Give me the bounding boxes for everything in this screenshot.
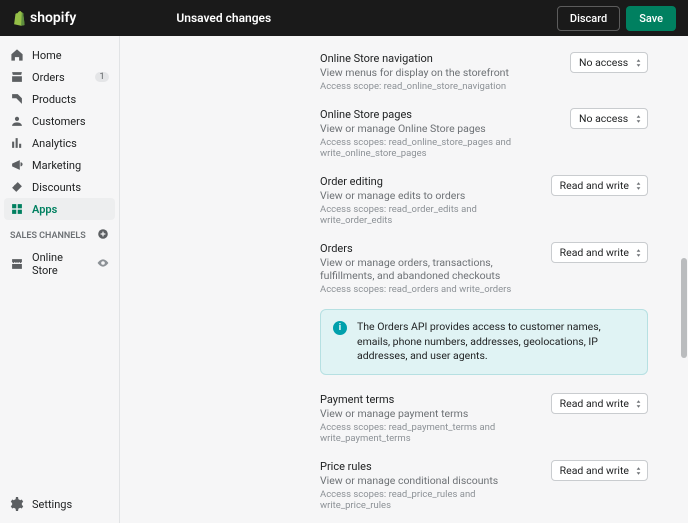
sales-channels-heading: SALES CHANNELS	[0, 220, 119, 247]
permission-title: Online Store pages	[320, 108, 558, 121]
content-area: Online Store navigationView menus for di…	[120, 36, 688, 523]
permission-row: Product listingsView or manage product o…	[320, 519, 648, 523]
analytics-icon	[10, 136, 24, 150]
access-select[interactable]: Read and write	[551, 393, 648, 414]
apps-icon	[10, 202, 24, 216]
customers-icon	[10, 114, 24, 128]
products-icon	[10, 92, 24, 106]
permission-scope: Access scopes: read_payment_terms and wr…	[320, 422, 539, 444]
sidebar-item-customers[interactable]: Customers	[0, 110, 119, 132]
permission-desc: View or manage payment terms	[320, 407, 539, 420]
save-button[interactable]: Save	[626, 6, 676, 31]
permission-scope: Access scopes: read_orders and write_ord…	[320, 284, 539, 295]
permission-desc: View or manage orders, transactions, ful…	[320, 256, 539, 282]
permission-row: Online Store navigationView menus for di…	[320, 44, 648, 100]
discard-button[interactable]: Discard	[557, 6, 620, 31]
brand-text: shopify	[30, 10, 76, 26]
add-channel-icon[interactable]	[97, 228, 109, 243]
permission-row: OrdersView or manage orders, transaction…	[320, 234, 648, 303]
shopify-icon	[12, 10, 26, 26]
sidebar-item-settings[interactable]: Settings	[0, 493, 119, 515]
sidebar: HomeOrders1ProductsCustomersAnalyticsMar…	[0, 36, 120, 523]
scrollbar[interactable]	[680, 36, 688, 523]
permission-row: Payment termsView or manage payment term…	[320, 385, 648, 452]
topbar: shopify Unsaved changes Discard Save	[0, 0, 688, 36]
permission-scope: Access scopes: read_order_edits and writ…	[320, 204, 539, 226]
unsaved-changes-label: Unsaved changes	[176, 11, 557, 25]
main: HomeOrders1ProductsCustomersAnalyticsMar…	[0, 36, 688, 523]
permission-row: Price rulesView or manage conditional di…	[320, 452, 648, 519]
badge: 1	[95, 72, 109, 82]
home-icon	[10, 48, 24, 62]
sidebar-item-home[interactable]: Home	[0, 44, 119, 66]
online-store-icon	[10, 257, 24, 271]
permission-scope: Access scope: read_online_store_navigati…	[320, 81, 558, 92]
sidebar-item-online-store[interactable]: Online Store	[0, 247, 119, 281]
permission-desc: View or manage Online Store pages	[320, 122, 558, 135]
sidebar-item-orders[interactable]: Orders1	[0, 66, 119, 88]
discounts-icon	[10, 180, 24, 194]
view-icon[interactable]	[97, 257, 109, 272]
access-select[interactable]: No access	[570, 52, 648, 73]
permission-scope: Access scopes: read_price_rules and writ…	[320, 489, 539, 511]
marketing-icon	[10, 158, 24, 172]
info-text: The Orders API provides access to custom…	[357, 320, 635, 364]
permission-title: Online Store navigation	[320, 52, 558, 65]
orders-icon	[10, 70, 24, 84]
access-select[interactable]: Read and write	[551, 175, 648, 196]
permission-scope: Access scopes: read_online_store_pages a…	[320, 137, 558, 159]
permission-row: Online Store pagesView or manage Online …	[320, 100, 648, 167]
scrollbar-thumb[interactable]	[681, 258, 687, 358]
sidebar-item-discounts[interactable]: Discounts	[0, 176, 119, 198]
permission-desc: View menus for display on the storefront	[320, 66, 558, 79]
sidebar-item-products[interactable]: Products	[0, 88, 119, 110]
permission-title: Payment terms	[320, 393, 539, 406]
access-select[interactable]: Read and write	[551, 242, 648, 263]
permission-title: Orders	[320, 242, 539, 255]
brand-logo: shopify	[12, 10, 76, 26]
info-icon: i	[333, 321, 347, 335]
info-banner: i The Orders API provides access to custo…	[320, 309, 648, 375]
access-select[interactable]: No access	[570, 108, 648, 129]
permission-title: Order editing	[320, 175, 539, 188]
sidebar-item-marketing[interactable]: Marketing	[0, 154, 119, 176]
sidebar-item-analytics[interactable]: Analytics	[0, 132, 119, 154]
sidebar-item-apps[interactable]: Apps	[4, 198, 115, 220]
permission-desc: View or manage edits to orders	[320, 189, 539, 202]
gear-icon	[10, 497, 24, 511]
permission-row: Order editingView or manage edits to ord…	[320, 167, 648, 234]
permission-title: Price rules	[320, 460, 539, 473]
permission-desc: View or manage conditional discounts	[320, 474, 539, 487]
access-select[interactable]: Read and write	[551, 460, 648, 481]
